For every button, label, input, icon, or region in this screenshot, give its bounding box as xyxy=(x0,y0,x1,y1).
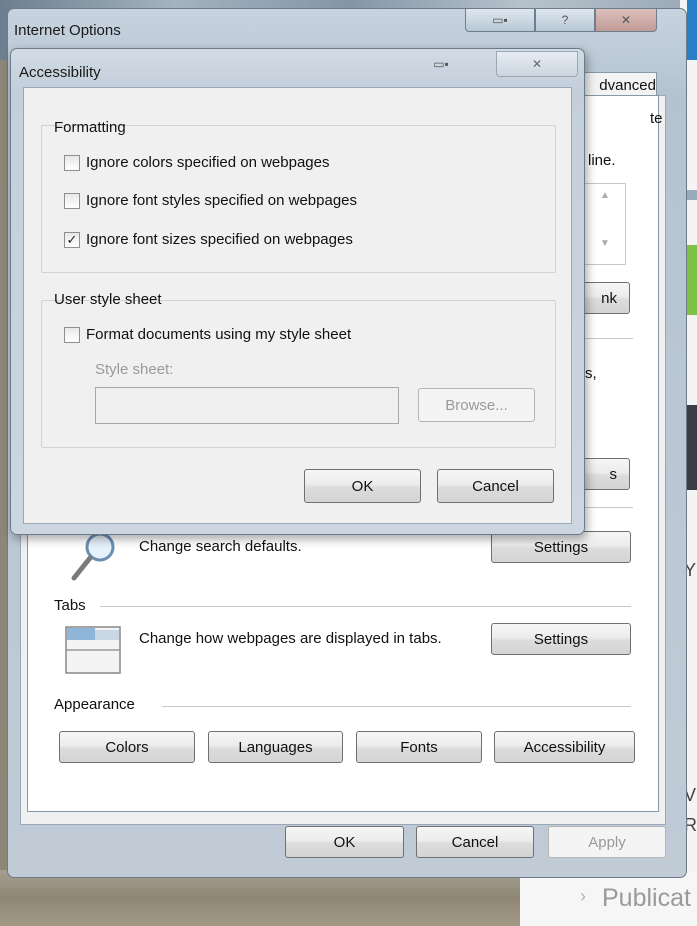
ignore-colors-checkbox[interactable] xyxy=(64,154,80,171)
tabs-icon xyxy=(65,626,121,674)
accessibility-cancel-button[interactable]: Cancel xyxy=(437,469,554,503)
search-description: Change search defaults. xyxy=(139,538,302,555)
cancel-button[interactable]: Cancel xyxy=(416,826,534,858)
colors-button[interactable]: Colors xyxy=(59,731,195,763)
ignore-font-sizes-checkbox[interactable]: ✓ xyxy=(64,231,80,248)
help-icon: ? xyxy=(561,13,569,27)
accessibility-dialog-title: Accessibility xyxy=(19,64,101,81)
appearance-section-label: Appearance xyxy=(54,696,143,713)
caption-buttons: ▭▪ ? ✕ xyxy=(465,8,657,34)
browse-button[interactable]: Browse... xyxy=(418,388,535,422)
tabs-description: Change how webpages are displayed in tab… xyxy=(139,630,442,647)
accessibility-close-button[interactable]: ✕ xyxy=(496,51,578,77)
webpage-strip-green xyxy=(687,245,697,315)
close-button[interactable]: ✕ xyxy=(595,8,657,32)
ignore-colors-label: Ignore colors specified on webpages xyxy=(86,154,330,171)
chevron-right-icon: › xyxy=(580,886,586,906)
section-divider xyxy=(162,706,631,707)
help-button[interactable]: ? xyxy=(535,8,595,32)
scroll-up-icon[interactable]: ▲ xyxy=(600,190,610,201)
style-sheet-label: Style sheet: xyxy=(95,361,174,378)
ignore-font-styles-option[interactable]: Ignore font styles specified on webpages xyxy=(64,192,357,209)
ignore-font-sizes-option[interactable]: ✓ Ignore font sizes specified on webpage… xyxy=(64,231,353,248)
tabs-section-label: Tabs xyxy=(54,597,94,614)
tabs-settings-button[interactable]: Settings xyxy=(491,623,631,655)
ignore-font-styles-checkbox[interactable] xyxy=(64,192,80,209)
format-with-style-sheet-label: Format documents using my style sheet xyxy=(86,326,352,343)
format-with-style-sheet-option[interactable]: Format documents using my style sheet xyxy=(64,326,351,343)
hidden-text-fragment: s, xyxy=(585,365,597,382)
search-settings-button[interactable]: Settings xyxy=(491,531,631,563)
apply-button[interactable]: Apply xyxy=(548,826,666,858)
accessibility-button[interactable]: Accessibility xyxy=(494,731,635,763)
ignore-font-sizes-label: Ignore font sizes specified on webpages xyxy=(86,231,353,248)
section-divider xyxy=(585,338,633,339)
fonts-button[interactable]: Fonts xyxy=(356,731,482,763)
accessibility-client-area: Formatting Ignore colors specified on we… xyxy=(23,87,572,524)
window-switch-icon: ▭▪ xyxy=(492,13,508,27)
close-icon: ✕ xyxy=(620,13,632,27)
webpage-strip-dark xyxy=(687,405,697,490)
hidden-text-fragment: te xyxy=(650,110,663,127)
window-title: Internet Options xyxy=(14,22,121,39)
style-sheet-input[interactable] xyxy=(95,387,399,424)
window-switch-icon[interactable]: ▭▪ xyxy=(423,55,459,73)
ignore-colors-option[interactable]: Ignore colors specified on webpages xyxy=(64,154,330,171)
section-divider xyxy=(585,507,633,508)
formatting-group-label: Formatting xyxy=(54,119,126,136)
search-icon xyxy=(68,530,118,582)
user-style-sheet-group-label: User style sheet xyxy=(54,291,162,308)
ignore-font-styles-label: Ignore font styles specified on webpages xyxy=(86,192,358,209)
window-switch-button[interactable]: ▭▪ xyxy=(465,8,535,32)
publication-text: Publicat xyxy=(602,884,691,912)
accessibility-ok-button[interactable]: OK xyxy=(304,469,421,503)
close-icon: ✕ xyxy=(531,57,543,71)
webpage-strip-blue xyxy=(687,0,697,60)
section-divider xyxy=(100,606,631,607)
accessibility-dialog: Accessibility ▭▪ ✕ Formatting Ignore col… xyxy=(10,48,585,535)
scroll-down-icon[interactable]: ▼ xyxy=(600,238,610,249)
webpage-publication-link[interactable]: › Publicat xyxy=(520,872,697,926)
languages-button[interactable]: Languages xyxy=(208,731,343,763)
hidden-text-fragment: line. xyxy=(588,152,616,169)
format-with-style-sheet-checkbox[interactable] xyxy=(64,326,80,343)
ok-button[interactable]: OK xyxy=(285,826,404,858)
webpage-strip-light xyxy=(687,190,697,200)
